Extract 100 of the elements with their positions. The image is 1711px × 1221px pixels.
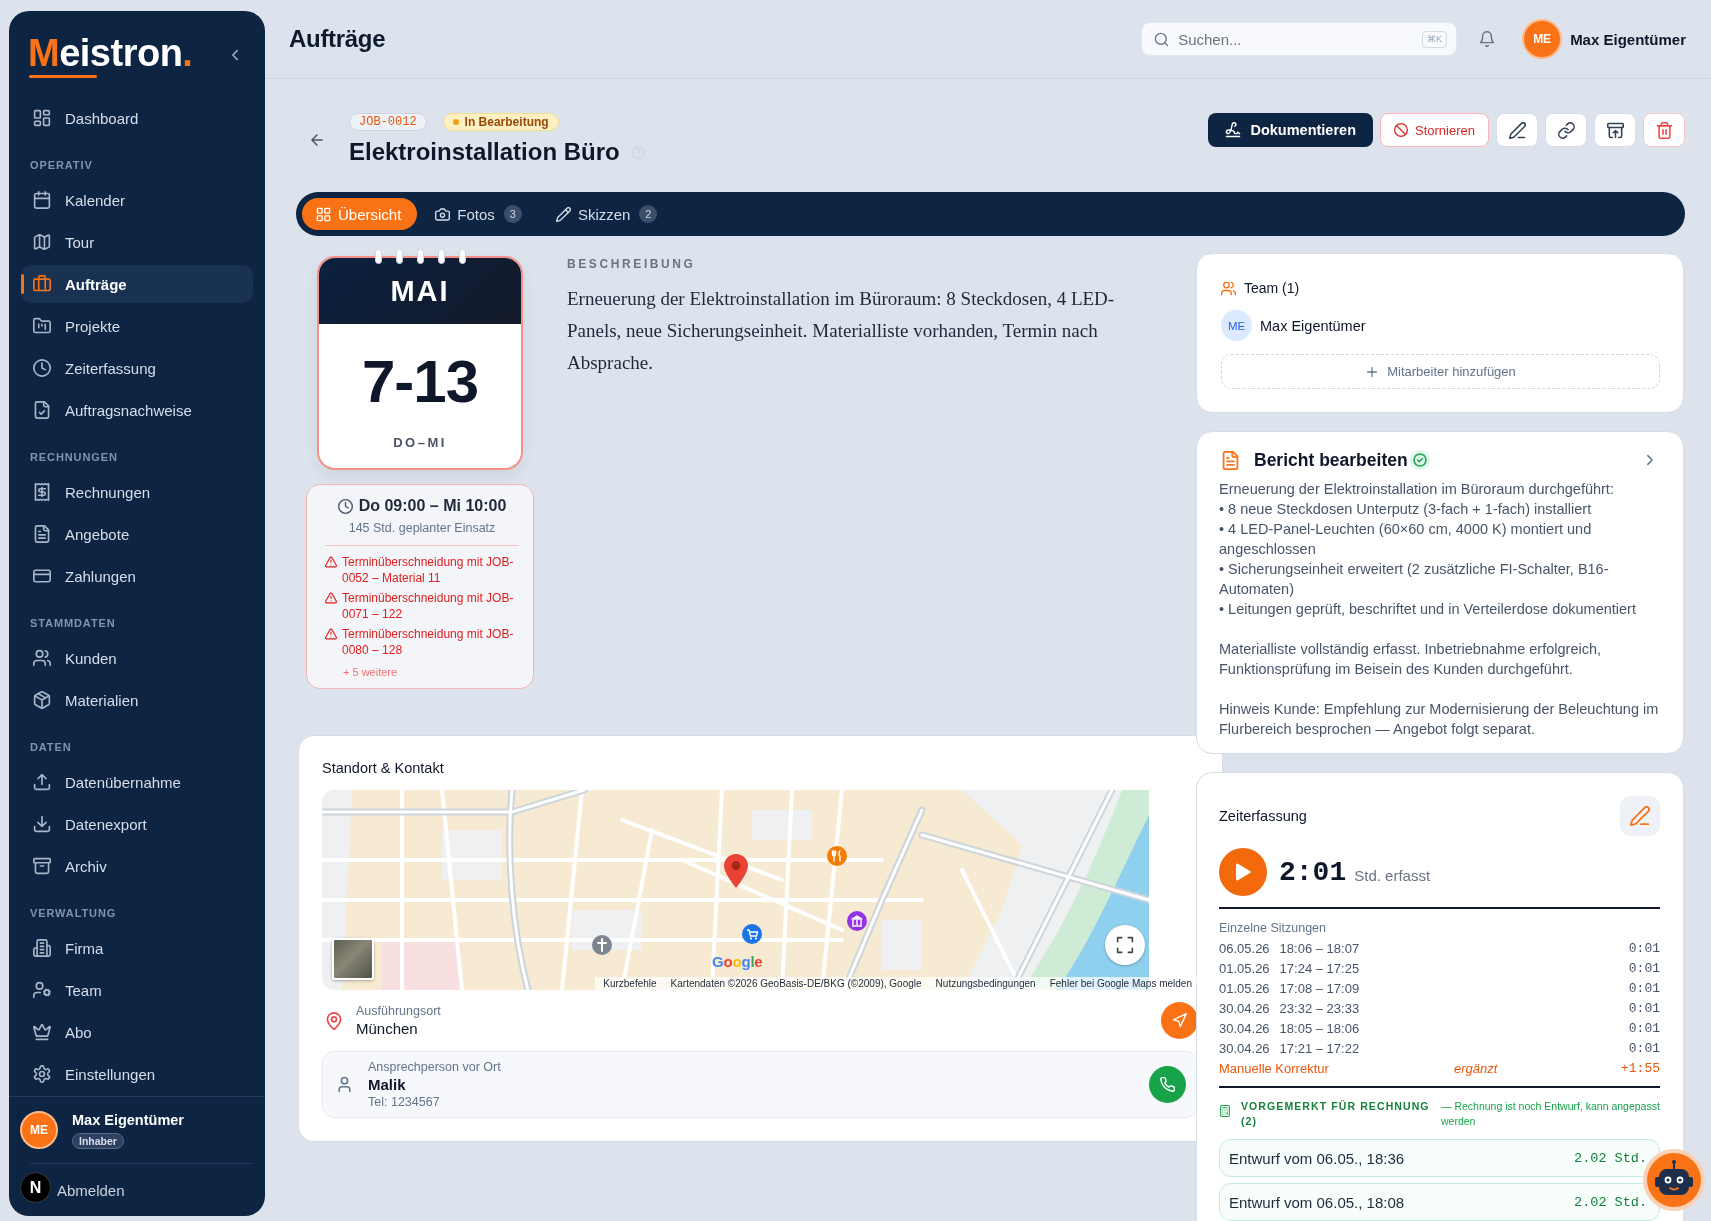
tab[interactable]: Skizzen 2 [541,198,674,230]
month-header: MAI [319,258,521,324]
conflict-warning: Terminüberschneidung mit JOB-0080 – 128 [342,626,515,658]
play-button[interactable] [1219,848,1267,896]
day-range: 7-13 [361,352,479,412]
nav-item[interactable]: Zahlungen [21,557,253,595]
nav-item[interactable]: Archiv [21,847,253,885]
nav-item[interactable]: Materialien [21,681,253,719]
report-error-link[interactable]: Fehler bei Google Maps melden [1049,977,1192,990]
session-time: 18:06 – 18:07 [1279,940,1360,956]
nav-item[interactable]: Projekte [21,307,253,345]
nav-item[interactable]: Firma [21,929,253,967]
document-icon [33,525,51,543]
planned-hours: 145 Std. geplanter Einsatz [347,521,497,535]
edit-button[interactable] [1496,113,1538,147]
nav-item[interactable]: Kalender [21,181,253,219]
draft-row[interactable]: Entwurf vom 06.05., 18:36 2.02 Std. [1219,1139,1660,1177]
nav-item[interactable]: Zeiterfassung [21,349,253,387]
tab-count-badge: 3 [503,205,522,223]
weekday-range: DO–MI [393,435,447,450]
warning-icon [325,592,337,604]
satellite-view-button[interactable] [332,938,374,980]
card-title: Zeiterfassung [1219,808,1307,824]
crown-icon [33,1023,51,1041]
delete-button[interactable] [1643,113,1685,147]
settings-icon [33,1065,51,1083]
nav-item[interactable]: Team [21,971,253,1009]
nav-item[interactable]: Datenübernahme [21,763,253,801]
shortcuts-button[interactable]: Kurzbefehle [603,977,657,990]
member-avatar: ME [1221,310,1252,341]
session-date: 06.05.26 [1219,940,1270,956]
nav-section-title: VERWALTUNG [29,906,118,921]
pencil-icon [1508,121,1526,139]
map-provider-logo: Google [712,953,763,970]
pencil-icon [1630,806,1650,826]
job-title: Elektroinstallation Büro [349,138,620,166]
upload-icon [33,773,51,791]
bell-icon [1479,31,1496,47]
document-button[interactable]: Dokumentieren [1208,113,1373,147]
edit-time-button[interactable] [1620,796,1660,836]
download-icon [33,815,51,833]
archive-button[interactable] [1594,113,1636,147]
camera-icon [435,206,451,222]
nav-item[interactable]: Rechnungen [21,473,253,511]
fullscreen-icon [1116,936,1134,954]
call-button[interactable] [1149,1066,1186,1103]
correction-value: +1:55 [1621,1060,1660,1076]
contact-name: Malik [368,1074,407,1094]
nav-item[interactable]: Auftragsnachweise [21,391,253,429]
correction-note: ergänzt [1454,1060,1499,1076]
person-icon [336,1076,353,1093]
member-name: Max Eigentümer [1260,317,1366,334]
terms-link[interactable]: Nutzungsbedingungen [935,977,1036,990]
draft-row[interactable]: Entwurf vom 06.05., 18:08 2.02 Std. [1219,1183,1660,1221]
pencil-icon [555,206,571,222]
add-member-button[interactable]: Mitarbeiter hinzufügen [1221,354,1660,389]
calendar-icon [33,191,51,209]
trash-icon [1655,121,1673,139]
nav-item[interactable]: Einstellungen [21,1055,253,1093]
navigate-button[interactable] [1161,1002,1198,1039]
draft-hours: 2.02 Std. [1574,1194,1647,1210]
nav-item[interactable]: Kunden [21,639,253,677]
session-duration: 0:01 [1628,980,1660,996]
warning-icon [325,628,337,640]
navigation-arrow-icon [1172,1013,1187,1028]
link-icon [1557,121,1575,139]
section-heading: BESCHREIBUNG [567,257,697,271]
job-number-badge: JOB-0012 [349,113,427,131]
cancel-button[interactable]: Stornieren [1380,113,1489,147]
link-button[interactable] [1545,113,1587,147]
session-duration: 0:01 [1628,1000,1660,1016]
tab-count-badge: 2 [639,205,658,223]
archive-icon [33,857,51,875]
user-name: Max Eigentümer [72,1111,184,1129]
users-icon [33,649,51,667]
app-logo: Meistron. [28,33,193,78]
nav-section-title: DATEN [29,740,73,755]
nav-item[interactable]: Abo [21,1013,253,1051]
session-date: 30.04.26 [1219,1040,1270,1056]
session-duration: 0:01 [1628,940,1660,956]
calculator-icon [1219,1105,1231,1117]
nav-item[interactable]: Dashboard [21,99,253,137]
map-icon [33,233,51,251]
nav-item[interactable]: Aufträge [21,265,253,303]
tab[interactable]: Fotos 3 [421,198,538,230]
status-label: In Bearbeitung [464,115,549,129]
clock-icon [337,498,353,514]
draft-label: Entwurf vom 06.05., 18:08 [1229,1193,1405,1211]
user-gear-icon [33,981,51,999]
draft-label: Entwurf vom 06.05., 18:36 [1229,1149,1405,1167]
box-icon [33,691,51,709]
user-name: Max Eigentümer [1570,30,1686,48]
session-duration: 0:01 [1628,960,1660,976]
nav-item[interactable]: Angebote [21,515,253,553]
assistant-button[interactable] [1643,1149,1705,1211]
session-date: 01.05.26 [1219,960,1270,976]
building-icon [33,939,51,957]
nav-item[interactable]: Datenexport [21,805,253,843]
nav-item[interactable]: Tour [21,223,253,261]
grid-icon [316,206,331,222]
